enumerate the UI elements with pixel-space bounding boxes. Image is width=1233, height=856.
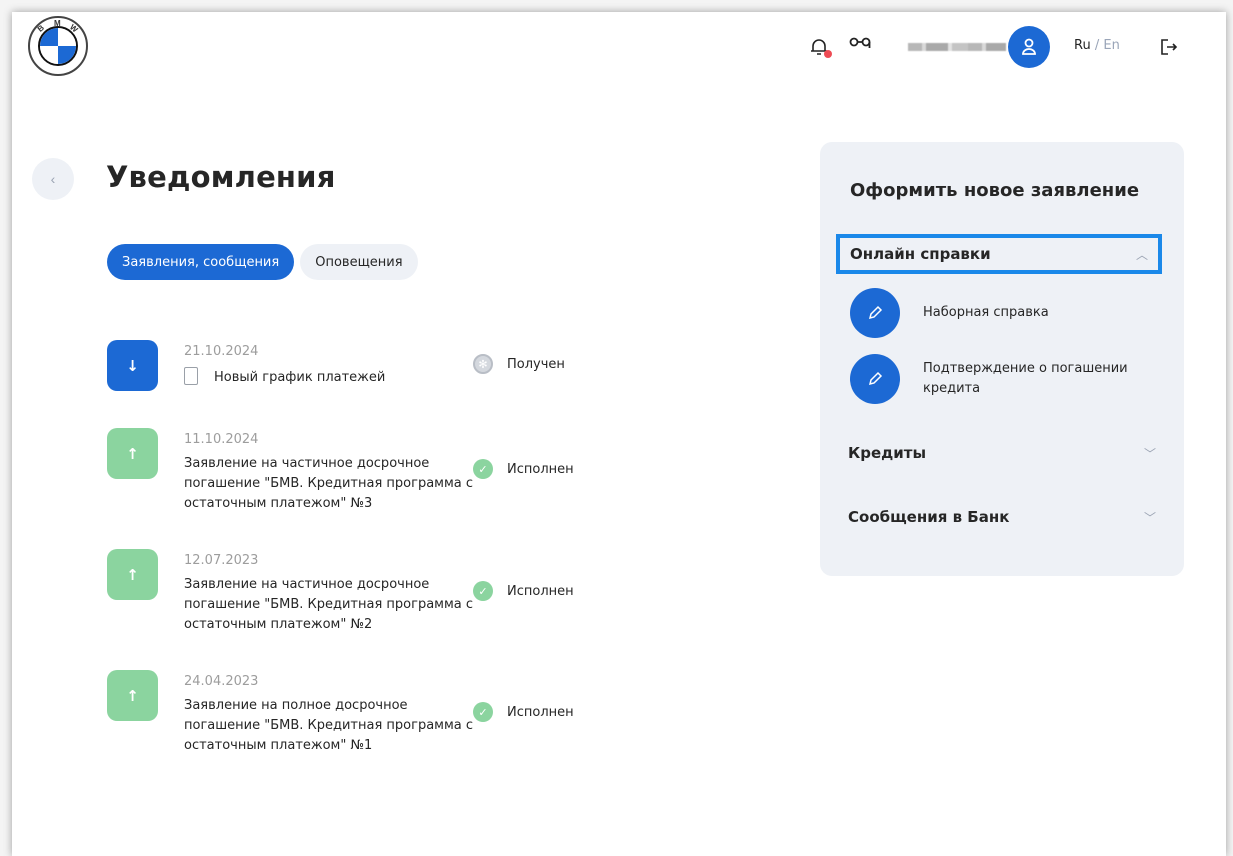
check-icon: ✓ xyxy=(473,459,493,479)
logo-roundel xyxy=(38,26,78,66)
menu-item-standard-certificate[interactable]: Наборная справка xyxy=(850,288,1150,338)
panel-title: Оформить новое заявление xyxy=(850,180,1140,201)
status-badge: ✓ Исполнен xyxy=(473,459,574,479)
lang-separator: / xyxy=(1094,38,1100,53)
accordion-credits[interactable]: Кредиты ﹀ xyxy=(848,436,1156,470)
menu-item-repayment-confirmation[interactable]: Подтверждение о погашении кредита xyxy=(850,354,1150,404)
user-name-blurred xyxy=(908,43,1006,51)
tab-alerts[interactable]: Оповещения xyxy=(300,244,418,280)
glasses-icon[interactable] xyxy=(848,36,872,50)
status-text: Исполнен xyxy=(507,704,574,720)
tab-applications[interactable]: Заявления, сообщения xyxy=(107,244,295,280)
notification-text: Новый график платежей xyxy=(214,370,386,385)
accordion-label: Онлайн справки xyxy=(850,245,991,263)
notification-text: Заявление на частичное досрочное погашен… xyxy=(184,456,474,511)
document-icon xyxy=(184,366,198,385)
language-switch[interactable]: Ru / En xyxy=(1074,38,1120,53)
lang-ru[interactable]: Ru xyxy=(1074,38,1091,53)
notification-dot xyxy=(824,50,832,58)
list-item[interactable]: ↓ 21.10.2024 Новый график платежей ✻ Пол… xyxy=(107,340,627,400)
accordion-bank-messages[interactable]: Сообщения в Банк ﹀ xyxy=(848,500,1156,534)
back-button[interactable]: ‹ xyxy=(32,158,74,200)
new-application-panel: Оформить новое заявление Онлайн справки … xyxy=(820,142,1184,576)
pencil-icon xyxy=(850,354,900,404)
menu-item-label: Подтверждение о погашении кредита xyxy=(923,361,1128,396)
arrow-up-icon: ↑ xyxy=(107,549,158,600)
accordion-label: Кредиты xyxy=(848,444,927,462)
accordion-label: Сообщения в Банк xyxy=(848,508,1010,526)
arrow-up-icon: ↑ xyxy=(107,428,158,479)
lang-en[interactable]: En xyxy=(1103,38,1119,53)
app-window: B M W Ru / En ‹ Уведомления Заявления, с… xyxy=(12,12,1226,856)
notification-date: 12.07.2023 xyxy=(184,553,259,568)
list-item[interactable]: ↑ 11.10.2024 Заявление на частичное доср… xyxy=(107,428,627,518)
bmw-logo[interactable]: B M W xyxy=(28,16,88,76)
menu-item-label: Наборная справка xyxy=(923,305,1049,320)
status-badge: ✓ Исполнен xyxy=(473,702,574,722)
pencil-icon xyxy=(850,288,900,338)
check-icon: ✓ xyxy=(473,581,493,601)
arrow-up-icon: ↑ xyxy=(107,670,158,721)
status-text: Получен xyxy=(507,356,565,372)
notification-text: Заявление на частичное досрочное погашен… xyxy=(184,577,474,632)
notification-text: Заявление на полное досрочное погашение … xyxy=(184,698,474,753)
status-text: Исполнен xyxy=(507,461,574,477)
list-item[interactable]: ↑ 24.04.2023 Заявление на полное досрочн… xyxy=(107,670,627,760)
notification-date: 21.10.2024 xyxy=(184,344,259,359)
check-icon: ✓ xyxy=(473,702,493,722)
notification-tabs: Заявления, сообщения Оповещения xyxy=(107,244,418,280)
status-badge: ✓ Исполнен xyxy=(473,581,574,601)
notification-date: 11.10.2024 xyxy=(184,432,259,447)
accordion-online-certificates[interactable]: Онлайн справки ︿ xyxy=(836,234,1162,274)
page-title: Уведомления xyxy=(106,160,336,194)
snowflake-icon: ✻ xyxy=(473,354,493,374)
chevron-up-icon: ︿ xyxy=(1135,247,1148,262)
chevron-down-icon: ﹀ xyxy=(1143,510,1156,525)
chevron-down-icon: ﹀ xyxy=(1143,446,1156,461)
status-badge: ✻ Получен xyxy=(473,354,565,374)
logout-icon[interactable] xyxy=(1158,36,1180,58)
list-item[interactable]: ↑ 12.07.2023 Заявление на частичное доср… xyxy=(107,549,627,639)
status-text: Исполнен xyxy=(507,583,574,599)
bell-icon[interactable] xyxy=(808,36,832,58)
arrow-down-icon: ↓ xyxy=(107,340,158,391)
user-icon[interactable] xyxy=(1008,26,1050,68)
notification-date: 24.04.2023 xyxy=(184,674,259,689)
